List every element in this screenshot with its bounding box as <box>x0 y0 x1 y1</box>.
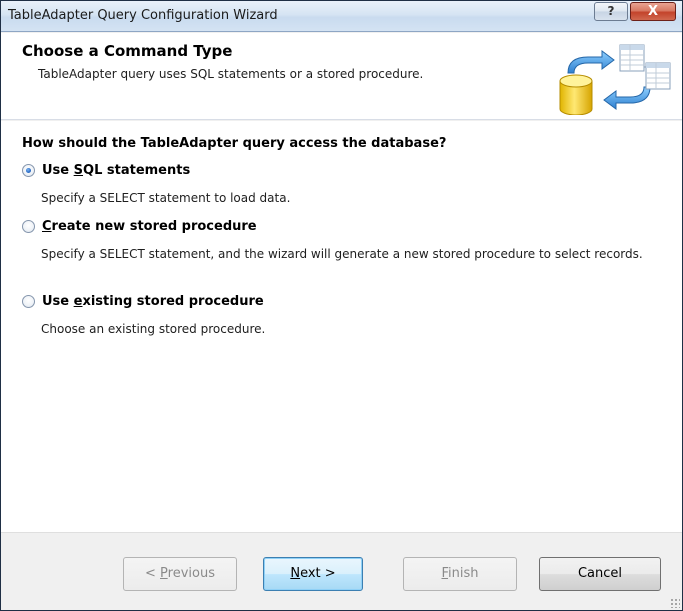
help-icon: ? <box>607 4 615 18</box>
finish-button[interactable]: Finish <box>403 557 517 591</box>
option-label[interactable]: Use existing stored procedure <box>42 294 264 309</box>
option-label[interactable]: Create new stored procedure <box>42 219 257 234</box>
window-title: TableAdapter Query Configuration Wizard <box>8 8 278 23</box>
cancel-button[interactable]: Cancel <box>539 557 661 591</box>
wizard-window: TableAdapter Query Configuration Wizard … <box>0 0 683 611</box>
close-icon: X <box>647 4 659 19</box>
wizard-content: How should the TableAdapter query access… <box>1 121 682 532</box>
close-button[interactable]: X <box>630 2 676 21</box>
next-button[interactable]: Next > <box>263 557 363 591</box>
radio-create-new-stored-procedure[interactable] <box>22 220 35 233</box>
question-heading: How should the TableAdapter query access… <box>22 136 447 151</box>
wizard-footer: < Previous Next > Finish Cancel <box>1 532 682 610</box>
page-title: Choose a Command Type <box>22 42 233 60</box>
radio-use-existing-stored-procedure[interactable] <box>22 295 35 308</box>
page-description: TableAdapter query uses SQL statements o… <box>38 67 424 81</box>
radio-use-sql-statements[interactable] <box>22 164 35 177</box>
option-description: Choose an existing stored procedure. <box>41 322 266 336</box>
option-label[interactable]: Use SQL statements <box>42 163 190 178</box>
title-bar[interactable]: TableAdapter Query Configuration Wizard … <box>1 1 682 32</box>
resize-grip[interactable] <box>670 598 680 608</box>
option-description: Specify a SELECT statement to load data. <box>41 191 291 205</box>
help-button[interactable]: ? <box>594 2 628 21</box>
previous-button[interactable]: < Previous <box>123 557 237 591</box>
database-tables-icon <box>559 44 671 115</box>
option-description: Specify a SELECT statement, and the wiza… <box>41 247 643 261</box>
wizard-header: Choose a Command Type TableAdapter query… <box>1 33 682 120</box>
